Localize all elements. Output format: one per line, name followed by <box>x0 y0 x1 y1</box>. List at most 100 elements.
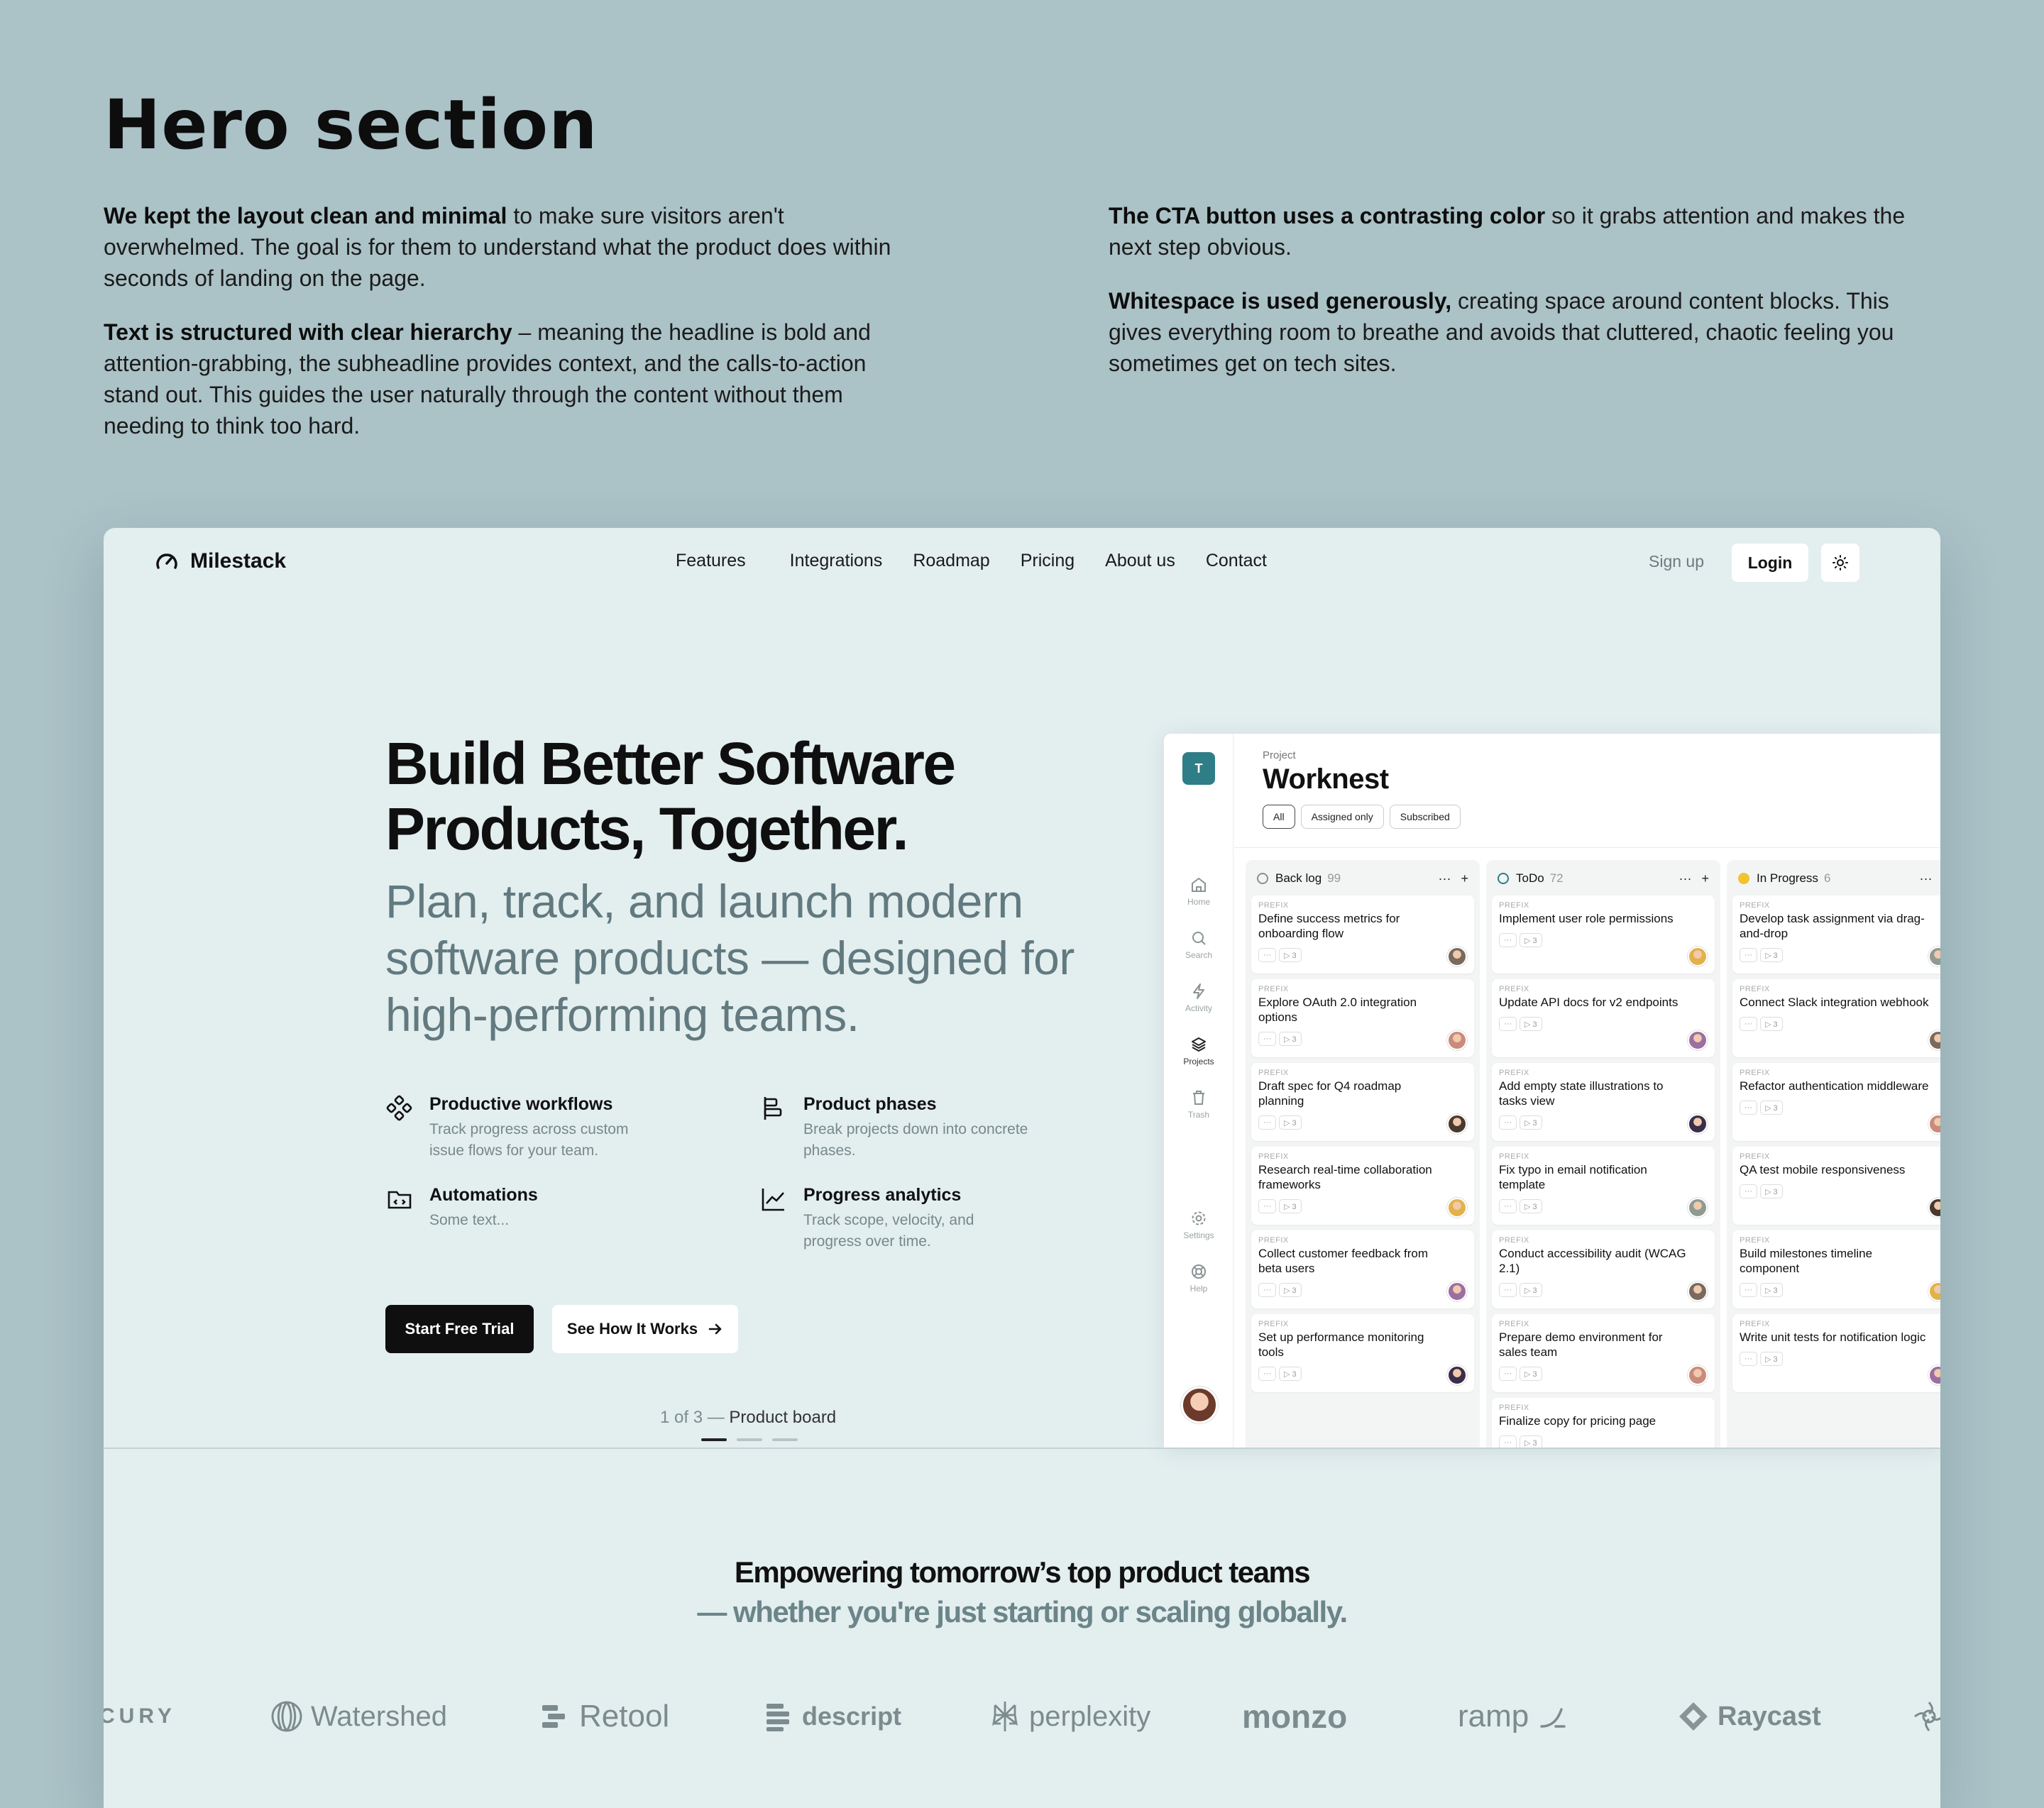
subtask-chip[interactable]: ▷ 3 <box>1520 1199 1542 1213</box>
assignee-avatar[interactable] <box>1928 1114 1940 1134</box>
more-chip[interactable]: ··· <box>1499 1367 1517 1381</box>
more-chip[interactable]: ··· <box>1499 1115 1517 1130</box>
sidebar-item-home[interactable]: Home <box>1164 876 1233 907</box>
task-card[interactable]: PREFIX Implement user role permissions ···… <box>1492 895 1715 974</box>
assignee-avatar[interactable] <box>1928 1198 1940 1218</box>
assignee-avatar[interactable] <box>1447 1365 1467 1385</box>
more-icon[interactable]: ··· <box>1679 871 1692 886</box>
carousel-dot[interactable] <box>737 1438 762 1441</box>
carousel-dot[interactable] <box>772 1438 798 1441</box>
assignee-avatar[interactable] <box>1688 1281 1708 1301</box>
assignee-avatar[interactable] <box>1928 1365 1940 1385</box>
assignee-avatar[interactable] <box>1688 1030 1708 1050</box>
task-card[interactable]: PREFIX Define success metrics for onboard… <box>1251 895 1474 974</box>
filter-all[interactable]: All <box>1263 805 1295 829</box>
start-free-trial-button[interactable]: Start Free Trial <box>385 1305 534 1353</box>
more-chip[interactable]: ··· <box>1258 1115 1276 1130</box>
nav-link-roadmap[interactable]: Roadmap <box>913 551 989 571</box>
subtask-chip[interactable]: ▷ 3 <box>1760 1184 1783 1198</box>
task-card[interactable]: PREFIX Finalize copy for pricing page ··· ▷… <box>1492 1398 1715 1448</box>
more-chip[interactable]: ··· <box>1499 933 1517 947</box>
task-card[interactable]: PREFIX Develop task assignment via drag-a… <box>1732 895 1940 974</box>
nav-link-pricing[interactable]: Pricing <box>1021 551 1075 571</box>
assignee-avatar[interactable] <box>1447 1198 1467 1218</box>
more-chip[interactable]: ··· <box>1499 1017 1517 1031</box>
nav-link-contact[interactable]: Contact <box>1206 551 1267 571</box>
nav-link-features[interactable]: Features <box>676 551 746 571</box>
assignee-avatar[interactable] <box>1688 1114 1708 1134</box>
more-icon[interactable]: ··· <box>1439 871 1451 886</box>
subtask-chip[interactable]: ▷ 3 <box>1760 1101 1783 1115</box>
assignee-avatar[interactable] <box>1447 1030 1467 1050</box>
more-chip[interactable]: ··· <box>1740 948 1757 962</box>
task-card[interactable]: PREFIX Build milestones timeline componen… <box>1732 1230 1940 1308</box>
assignee-avatar[interactable] <box>1928 947 1940 966</box>
more-chip[interactable]: ··· <box>1740 1101 1757 1115</box>
subtask-chip[interactable]: ▷ 3 <box>1279 1115 1302 1130</box>
more-chip[interactable]: ··· <box>1258 1283 1276 1297</box>
assignee-avatar[interactable] <box>1688 947 1708 966</box>
add-icon[interactable]: + <box>1701 871 1709 886</box>
subtask-chip[interactable]: ▷ 3 <box>1520 1017 1542 1031</box>
subtask-chip[interactable]: ▷ 3 <box>1760 1017 1783 1031</box>
task-card[interactable]: PREFIX QA test mobile responsiveness ··· ▷ … <box>1732 1147 1940 1225</box>
theme-toggle-button[interactable] <box>1821 544 1859 582</box>
assignee-avatar[interactable] <box>1447 1281 1467 1301</box>
more-chip[interactable]: ··· <box>1740 1017 1757 1031</box>
task-card[interactable]: PREFIX Refactor authentication middleware… <box>1732 1063 1940 1141</box>
subtask-chip[interactable]: ▷ 3 <box>1520 1367 1542 1381</box>
sidebar-item-activity[interactable]: Activity <box>1164 982 1233 1013</box>
subtask-chip[interactable]: ▷ 3 <box>1760 1283 1783 1297</box>
subtask-chip[interactable]: ▷ 3 <box>1520 1115 1542 1130</box>
filter-assigned-only[interactable]: Assigned only <box>1300 805 1384 829</box>
subtask-chip[interactable]: ▷ 3 <box>1760 1352 1783 1366</box>
current-user-avatar[interactable] <box>1181 1387 1218 1423</box>
assignee-avatar[interactable] <box>1928 1281 1940 1301</box>
subtask-chip[interactable]: ▷ 3 <box>1520 1435 1542 1448</box>
sidebar-item-help[interactable]: Help <box>1164 1262 1233 1294</box>
more-chip[interactable]: ··· <box>1499 1435 1517 1448</box>
task-card[interactable]: PREFIX Set up performance monitoring tool… <box>1251 1314 1474 1392</box>
more-chip[interactable]: ··· <box>1499 1283 1517 1297</box>
login-button[interactable]: Login <box>1732 544 1808 582</box>
sidebar-item-projects[interactable]: Projects <box>1164 1035 1233 1066</box>
add-icon[interactable]: + <box>1461 871 1468 886</box>
assignee-avatar[interactable] <box>1928 1030 1940 1050</box>
task-card[interactable]: PREFIX Explore OAuth 2.0 integration opti… <box>1251 979 1474 1057</box>
more-icon[interactable]: ··· <box>1920 871 1933 886</box>
assignee-avatar[interactable] <box>1447 947 1467 966</box>
carousel-dot[interactable] <box>701 1438 727 1441</box>
signup-link[interactable]: Sign up <box>1649 552 1704 571</box>
more-chip[interactable]: ··· <box>1258 1032 1276 1046</box>
subtask-chip[interactable]: ▷ 3 <box>1279 1199 1302 1213</box>
filter-subscribed[interactable]: Subscribed <box>1389 805 1461 829</box>
more-chip[interactable]: ··· <box>1499 1199 1517 1213</box>
task-card[interactable]: PREFIX Connect Slack integration webhook ·… <box>1732 979 1940 1057</box>
nav-link-integrations[interactable]: Integrations <box>790 551 883 571</box>
brand-logo[interactable]: Milestack <box>155 549 286 573</box>
assignee-avatar[interactable] <box>1447 1114 1467 1134</box>
subtask-chip[interactable]: ▷ 3 <box>1279 948 1302 962</box>
task-card[interactable]: PREFIX Conduct accessibility audit (WCAG … <box>1492 1230 1715 1308</box>
subtask-chip[interactable]: ▷ 3 <box>1520 933 1542 947</box>
assignee-avatar[interactable] <box>1688 1198 1708 1218</box>
task-card[interactable]: PREFIX Draft spec for Q4 roadmap planning… <box>1251 1063 1474 1141</box>
sidebar-item-search[interactable]: Search <box>1164 929 1233 960</box>
subtask-chip[interactable]: ▷ 3 <box>1760 948 1783 962</box>
more-chip[interactable]: ··· <box>1740 1352 1757 1366</box>
see-how-it-works-button[interactable]: See How It Works <box>552 1305 738 1353</box>
more-chip[interactable]: ··· <box>1258 1367 1276 1381</box>
more-chip[interactable]: ··· <box>1740 1283 1757 1297</box>
subtask-chip[interactable]: ▷ 3 <box>1279 1367 1302 1381</box>
sidebar-item-trash[interactable]: Trash <box>1164 1088 1233 1120</box>
more-chip[interactable]: ··· <box>1258 948 1276 962</box>
task-card[interactable]: PREFIX Update API docs for v2 endpoints ··… <box>1492 979 1715 1057</box>
more-chip[interactable]: ··· <box>1740 1184 1757 1198</box>
task-card[interactable]: PREFIX Research real-time collaboration f… <box>1251 1147 1474 1225</box>
sidebar-item-settings[interactable]: Settings <box>1164 1209 1233 1240</box>
task-card[interactable]: PREFIX Write unit tests for notification … <box>1732 1314 1940 1392</box>
subtask-chip[interactable]: ▷ 3 <box>1520 1283 1542 1297</box>
task-card[interactable]: PREFIX Collect customer feedback from bet… <box>1251 1230 1474 1308</box>
subtask-chip[interactable]: ▷ 3 <box>1279 1283 1302 1297</box>
assignee-avatar[interactable] <box>1688 1365 1708 1385</box>
